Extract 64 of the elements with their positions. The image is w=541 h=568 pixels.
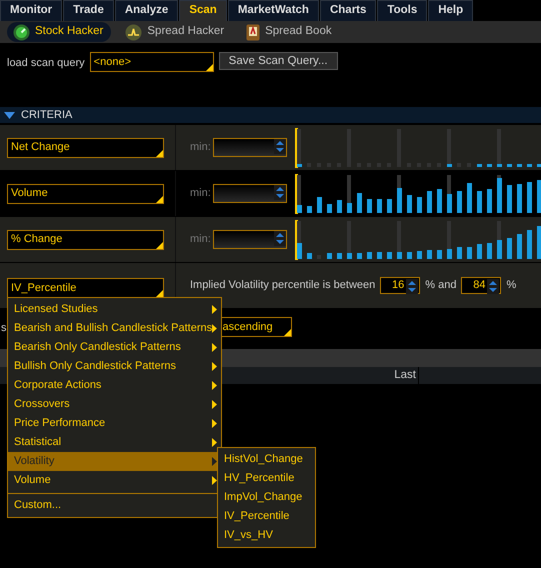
menu-item[interactable]: Statistical — [8, 433, 221, 452]
spinner-arrows-icon[interactable] — [406, 279, 418, 294]
field-label: % and — [425, 278, 456, 294]
field-label: load scan query — [7, 56, 85, 71]
menu-item[interactable]: HV_Percentile — [218, 469, 315, 488]
menu-item[interactable]: Price Performance — [8, 414, 221, 433]
spinner-arrows-icon[interactable] — [274, 185, 286, 200]
menu-item[interactable]: Volume — [8, 471, 221, 490]
number-spinner[interactable]: 84 — [461, 277, 502, 294]
number-spinner[interactable] — [213, 184, 287, 203]
submenu-arrow-icon — [212, 381, 217, 390]
number-spinner[interactable] — [213, 138, 287, 157]
field-label: min: — [189, 232, 212, 248]
spinner-arrows-icon[interactable] — [274, 139, 286, 154]
tab[interactable]: MarketWatch — [228, 0, 319, 21]
submenu-arrow-icon — [212, 400, 217, 409]
tab[interactable]: Scan — [179, 0, 227, 21]
submenu-arrow-icon — [212, 419, 217, 428]
field-label: min: — [189, 140, 212, 156]
menu-item[interactable]: Custom... — [8, 496, 221, 515]
tab[interactable]: Tools — [377, 0, 428, 21]
submenu-arrow-icon — [212, 362, 217, 371]
subtab[interactable]: Spread Book — [240, 22, 340, 42]
subtab[interactable]: Spread Hacker — [119, 22, 232, 42]
submenu-arrow-icon — [212, 324, 217, 333]
menu-item[interactable]: HistVol_Change — [218, 450, 315, 469]
dropdown-field[interactable]: % Change — [7, 230, 164, 250]
tab[interactable]: Trade — [63, 0, 114, 21]
criteria-text: Implied Volatility percentile is between — [190, 278, 376, 294]
number-spinner[interactable] — [213, 230, 287, 249]
submenu-arrow-icon — [212, 476, 217, 485]
menu-item[interactable]: Bearish and Bullish Candlestick Patterns — [8, 319, 221, 338]
menu-item[interactable]: Crossovers — [8, 395, 221, 414]
save-query-button[interactable]: Save Scan Query... — [218, 52, 338, 70]
dropdown-field[interactable]: Volume — [7, 184, 164, 204]
menu-item[interactable]: Corporate Actions — [8, 376, 221, 395]
dropdown-field[interactable]: Net Change — [7, 138, 164, 158]
tab[interactable]: Analyze — [114, 0, 178, 21]
number-spinner[interactable]: 16 — [380, 277, 420, 294]
subtab[interactable]: Stock Hacker — [7, 22, 112, 42]
menu-item[interactable]: Bullish Only Candlestick Patterns — [8, 357, 221, 376]
dropdown-field[interactable]: IV_Percentile — [7, 278, 164, 298]
spinner-arrows-icon[interactable] — [274, 231, 286, 246]
wave-icon — [125, 24, 142, 40]
tab[interactable]: Help — [428, 0, 474, 21]
book-icon — [246, 24, 260, 40]
submenu-arrow-icon — [212, 438, 217, 447]
submenu-arrow-icon — [212, 305, 217, 314]
collapse-triangle-icon[interactable] — [4, 112, 15, 118]
section-title: CRITERIA — [21, 108, 72, 123]
radar-icon — [13, 24, 30, 40]
field-label: % — [506, 278, 516, 294]
submenu-arrow-icon — [212, 343, 217, 352]
menu-item[interactable]: Bearish Only Candlestick Patterns — [8, 338, 221, 357]
spinner-arrows-icon[interactable] — [487, 279, 500, 294]
tab[interactable]: Charts — [320, 0, 376, 21]
sort-label: s — [1, 321, 6, 336]
menu-item[interactable]: ImpVol_Change — [218, 488, 315, 507]
menu-item[interactable]: IV_Percentile — [218, 507, 315, 526]
menu-item[interactable]: Licensed Studies — [8, 300, 221, 319]
menu-item[interactable]: IV_vs_HV — [218, 526, 315, 545]
field-label: min: — [189, 186, 212, 202]
tab[interactable]: Monitor — [0, 0, 62, 21]
dropdown-field[interactable]: <none> — [90, 52, 214, 72]
